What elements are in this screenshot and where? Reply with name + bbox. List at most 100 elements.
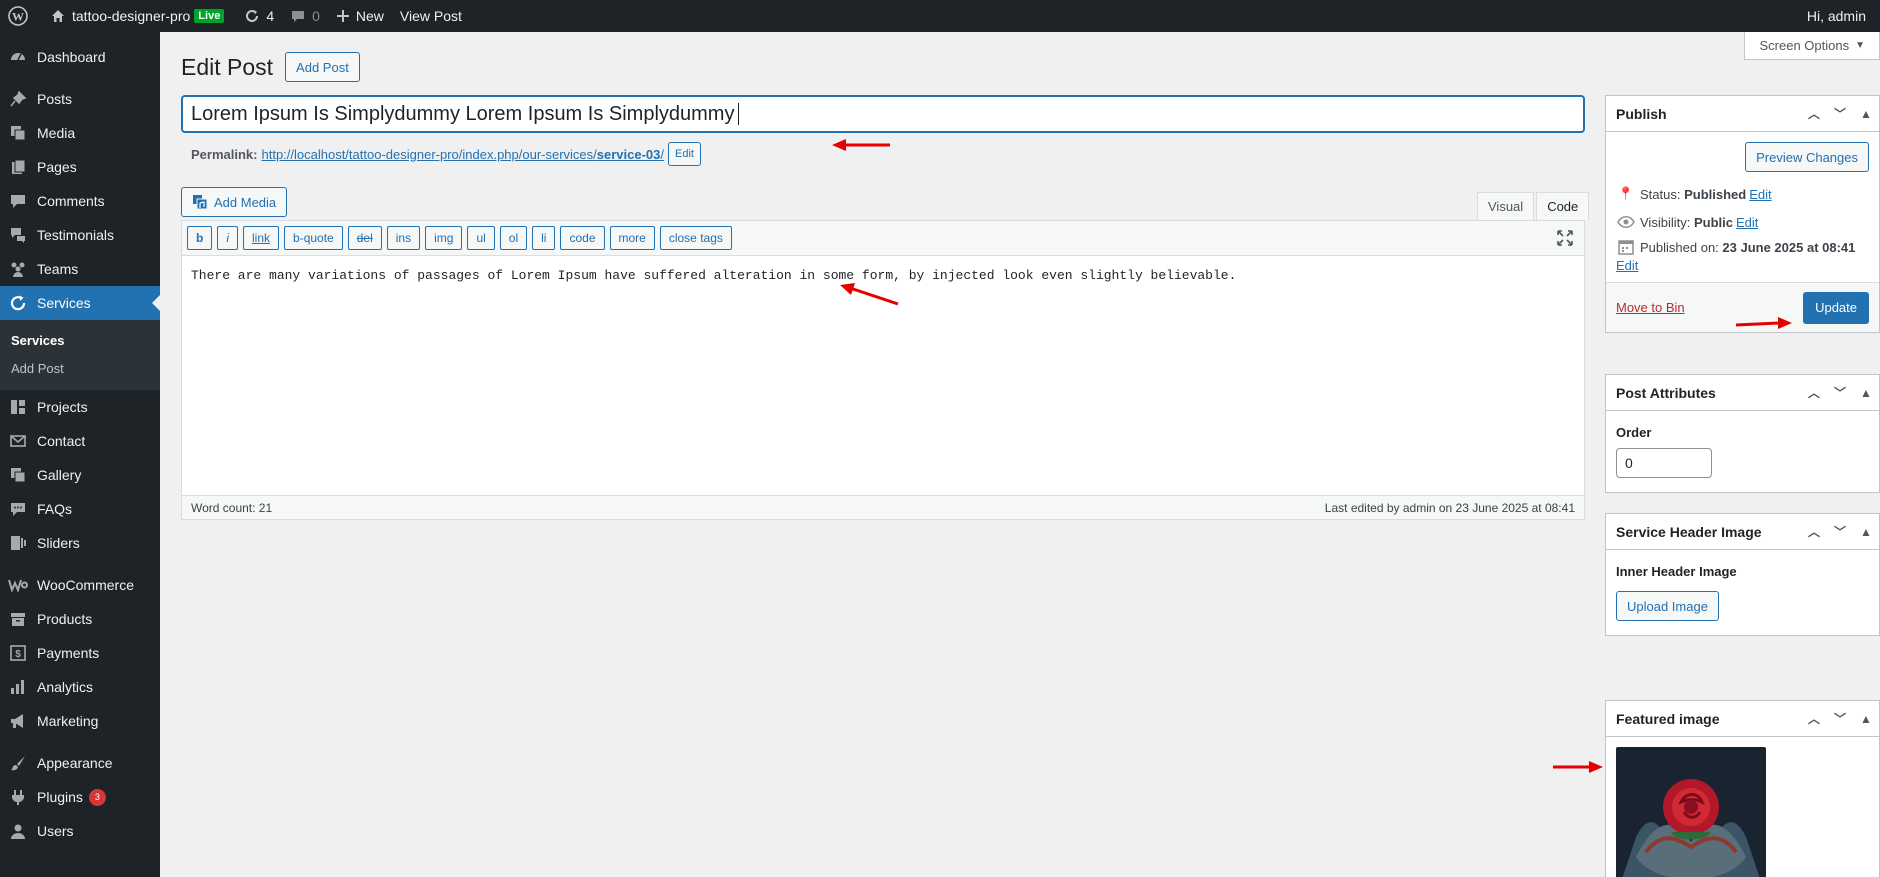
sidebar-item-woocommerce[interactable]: WooCommerce <box>0 568 160 602</box>
account-link[interactable]: Hi, admin <box>1799 0 1880 32</box>
svg-text:$: $ <box>15 649 21 660</box>
sidebar-item-services[interactable]: Services <box>0 286 160 320</box>
screen-options-label: Screen Options <box>1759 38 1850 53</box>
money-icon: $ <box>8 643 28 663</box>
featured-image-header: Featured image ︿ ﹀ ▲ <box>1606 701 1879 737</box>
qt-ol-button[interactable]: ol <box>499 226 528 250</box>
sidebar-item-analytics[interactable]: Analytics <box>0 670 160 704</box>
sidebar-item-label: Posts <box>37 91 73 107</box>
comments-link[interactable]: 0 <box>282 0 328 32</box>
qt-ins-button[interactable]: ins <box>386 226 421 250</box>
chevron-down-icon[interactable]: ﹀ <box>1827 523 1853 540</box>
updates-count: 4 <box>266 8 275 24</box>
live-badge: Live <box>194 9 225 23</box>
screen-options-button[interactable]: Screen Options ▼ <box>1744 32 1880 60</box>
update-button[interactable]: Update <box>1803 291 1869 324</box>
sidebar-item-plugins[interactable]: Plugins 3 <box>0 780 160 814</box>
sidebar-item-pages[interactable]: Pages <box>0 150 160 184</box>
qt-code-button[interactable]: code <box>560 226 605 250</box>
wordpress-logo-icon[interactable]: W <box>0 0 42 32</box>
main-content: Screen Options ▼ Edit Post Add Post Lore… <box>160 32 1880 877</box>
site-name-link[interactable]: tattoo-designer-pro Live <box>42 0 236 32</box>
chevron-down-icon[interactable]: ﹀ <box>1827 105 1853 122</box>
sidebar-item-appearance[interactable]: Appearance <box>0 746 160 780</box>
sidebar-item-contact[interactable]: Contact <box>0 424 160 458</box>
sidebar-item-users[interactable]: Users <box>0 814 160 848</box>
caret-down-icon: ▼ <box>1855 40 1865 51</box>
updates-link[interactable]: 4 <box>236 0 282 32</box>
qt-italic-button[interactable]: i <box>217 226 239 250</box>
featured-image-title: Featured image <box>1616 710 1720 727</box>
service-header-image-header: Service Header Image ︿ ﹀ ▲ <box>1606 514 1879 550</box>
sidebar-item-teams[interactable]: Teams <box>0 252 160 286</box>
home-icon <box>52 10 64 22</box>
visibility-edit-link[interactable]: Edit <box>1736 215 1758 230</box>
tab-code[interactable]: Code <box>1536 192 1590 220</box>
sidebar-item-marketing[interactable]: Marketing <box>0 704 160 738</box>
featured-image-thumbnail[interactable] <box>1616 747 1766 877</box>
sidebar-item-media[interactable]: Media <box>0 116 160 150</box>
submenu-item-services[interactable]: Services <box>0 326 160 354</box>
add-post-button[interactable]: Add Post <box>285 52 360 82</box>
updates-icon <box>246 10 259 22</box>
sidebar-item-gallery[interactable]: Gallery <box>0 458 160 492</box>
chevron-up-icon[interactable]: ︿ <box>1801 105 1827 122</box>
move-to-bin-link[interactable]: Move to Bin <box>1616 300 1685 315</box>
featured-image-box: Featured image ︿ ﹀ ▲ <box>1605 700 1880 877</box>
qt-link-button[interactable]: link <box>243 226 280 250</box>
sidebar-item-testimonials[interactable]: Testimonials <box>0 218 160 252</box>
toggle-arrow-icon[interactable]: ▲ <box>1853 712 1879 726</box>
new-content-link[interactable]: New <box>328 0 392 32</box>
qt-li-button[interactable]: li <box>532 226 556 250</box>
sidebar-item-label: Analytics <box>37 679 94 695</box>
toggle-arrow-icon[interactable]: ▲ <box>1853 107 1879 121</box>
chevron-up-icon[interactable]: ︿ <box>1801 710 1827 727</box>
publish-box: Publish ︿ ﹀ ▲ Preview Changes 📍 Status: … <box>1605 95 1880 333</box>
preview-changes-button[interactable]: Preview Changes <box>1745 142 1869 172</box>
qt-blockquote-button[interactable]: b-quote <box>284 226 343 250</box>
sidebar-item-label: Sliders <box>37 535 80 551</box>
sidebar-item-products[interactable]: Products <box>0 602 160 636</box>
published-date: 23 June 2025 at 08:41 <box>1722 239 1856 255</box>
sidebar-item-projects[interactable]: Projects <box>0 390 160 424</box>
qt-del-button[interactable]: del <box>347 226 382 250</box>
sidebar-item-dashboard[interactable]: Dashboard <box>0 40 160 74</box>
add-media-button[interactable]: Add Media <box>181 187 288 217</box>
upload-image-button[interactable]: Upload Image <box>1616 591 1719 621</box>
sidebar-item-label: Pages <box>37 159 77 175</box>
status-edit-link[interactable]: Edit <box>1749 187 1771 202</box>
permalink-link[interactable]: http://localhost/tattoo-designer-pro/ind… <box>261 147 664 162</box>
sidebar-item-posts[interactable]: Posts <box>0 82 160 116</box>
view-post-link[interactable]: View Post <box>392 0 470 32</box>
annotation-arrow-icon <box>832 139 890 151</box>
post-title-input[interactable]: Lorem Ipsum Is Simplydummy Lorem Ipsum I… <box>181 95 1585 133</box>
qt-more-button[interactable]: more <box>609 226 655 250</box>
qt-img-button[interactable]: img <box>425 226 463 250</box>
order-input[interactable]: 0 <box>1616 448 1712 478</box>
sidebar-item-label: Teams <box>37 261 79 277</box>
chevron-down-icon[interactable]: ﹀ <box>1827 710 1853 727</box>
toggle-arrow-icon[interactable]: ▲ <box>1853 525 1879 539</box>
qt-ul-button[interactable]: ul <box>467 226 495 250</box>
submenu-item-add-post[interactable]: Add Post <box>0 354 160 382</box>
sidebar-item-faqs[interactable]: FAQs <box>0 492 160 526</box>
sidebar-item-label: Plugins <box>37 789 83 805</box>
sidebar-item-payments[interactable]: $ Payments <box>0 636 160 670</box>
sidebar-item-comments[interactable]: Comments <box>0 184 160 218</box>
services-icon <box>8 293 28 313</box>
email-icon <box>8 431 28 451</box>
chevron-down-icon[interactable]: ﹀ <box>1827 384 1853 401</box>
sidebar-item-sliders[interactable]: Sliders <box>0 526 160 560</box>
chevron-up-icon[interactable]: ︿ <box>1801 384 1827 401</box>
calendar-icon <box>1616 239 1636 255</box>
published-edit-link[interactable]: Edit <box>1616 258 1638 273</box>
qt-bold-button[interactable]: b <box>187 226 213 250</box>
editor-tabs: Visual Code <box>1477 192 1590 220</box>
tab-visual[interactable]: Visual <box>1477 192 1535 220</box>
permalink-slug: service-03 <box>596 146 661 162</box>
toggle-arrow-icon[interactable]: ▲ <box>1853 386 1879 400</box>
permalink-edit-button[interactable]: Edit <box>668 142 701 166</box>
chevron-up-icon[interactable]: ︿ <box>1801 523 1827 540</box>
fullscreen-icon[interactable] <box>1556 229 1574 247</box>
qt-close-tags-button[interactable]: close tags <box>659 226 732 250</box>
